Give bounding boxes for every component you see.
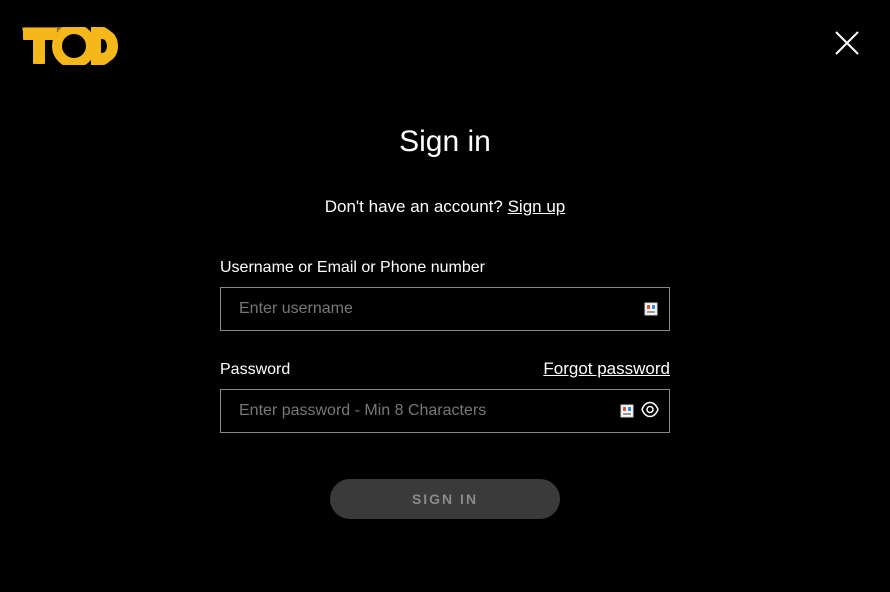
username-input[interactable] [220,287,670,331]
autofill-badge-icon [644,302,658,316]
close-icon [834,30,860,56]
username-field-group: Username or Email or Phone number [220,259,670,331]
username-label: Username or Email or Phone number [220,259,485,277]
toggle-password-visibility-button[interactable] [640,400,660,423]
page-title: Sign in [220,125,670,159]
signin-form: Sign in Don't have an account? Sign up U… [220,125,670,519]
signup-prompt-text: Don't have an account? [325,197,508,216]
brand-logo [22,27,119,70]
signup-prompt: Don't have an account? Sign up [220,197,670,217]
autofill-badge-icon [620,404,634,418]
forgot-password-link[interactable]: Forgot password [543,359,670,379]
password-input[interactable] [220,389,670,433]
close-button[interactable] [834,30,860,59]
signup-link[interactable]: Sign up [508,197,566,216]
password-label: Password [220,361,290,379]
eye-icon [640,400,660,420]
signin-button[interactable]: SIGN IN [330,479,560,519]
password-field-group: Password Forgot password [220,359,670,433]
